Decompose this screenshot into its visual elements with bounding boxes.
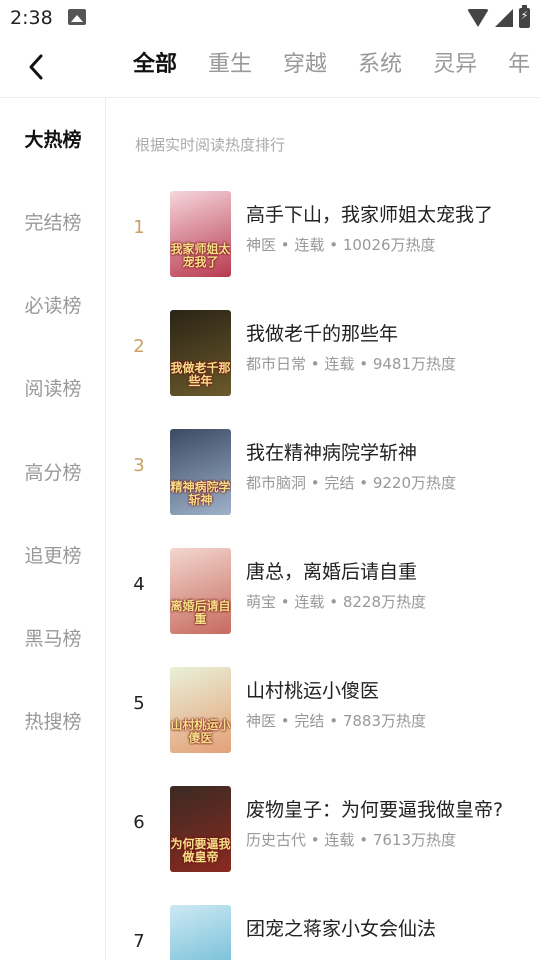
book-status: 完结 bbox=[294, 712, 325, 730]
meta-separator: • bbox=[306, 831, 325, 849]
category-tabs: 全部 重生 穿越 系统 灵异 年 bbox=[133, 50, 540, 80]
meta-separator: • bbox=[354, 355, 373, 373]
book-meta: 历史古代 • 连载 • 7613万热度 bbox=[246, 829, 456, 850]
rank-number: 3 bbox=[133, 455, 145, 476]
cover-title-text: 我做老千那些年 bbox=[170, 361, 231, 388]
book-heat: 9481万热度 bbox=[372, 355, 456, 373]
tab-rebirth[interactable]: 重生 bbox=[208, 50, 252, 80]
sidebar-item-updating[interactable]: 追更榜 bbox=[0, 541, 106, 568]
book-genre: 萌宝 bbox=[246, 593, 277, 611]
book-row[interactable]: 1 我家师姐太宠我了 高手下山，我家师姐太宠我了 神医 • 连载 • 10026万热度 bbox=[107, 177, 540, 277]
book-genre: 历史古代 bbox=[246, 831, 307, 849]
sidebar-item-completed[interactable]: 完结榜 bbox=[0, 208, 106, 235]
book-cover[interactable]: 我家师姐太宠我了 bbox=[170, 191, 231, 277]
top-nav: 全部 重生 穿越 系统 灵异 年 bbox=[0, 38, 540, 98]
cover-title-text: 我家师姐太宠我了 bbox=[170, 242, 231, 269]
book-cover[interactable]: 精神病院学斩神 bbox=[170, 429, 231, 515]
sidebar-item-reading[interactable]: 阅读榜 bbox=[0, 374, 106, 401]
book-heat: 7883万热度 bbox=[342, 712, 426, 730]
book-row[interactable]: 6 为何要逼我做皇帝 废物皇子：为何要逼我做皇帝? 历史古代 • 连载 • 7613万… bbox=[107, 772, 540, 872]
book-title: 唐总，离婚后请自重 bbox=[246, 561, 418, 583]
cover-title-text: 山村桃运小傻医 bbox=[170, 718, 231, 745]
book-status: 完结 bbox=[324, 474, 355, 492]
book-genre: 都市日常 bbox=[246, 355, 307, 373]
book-row[interactable]: 3 精神病院学斩神 我在精神病院学斩神都市脑洞 • 完结 • 9220万热度 bbox=[107, 415, 540, 515]
meta-separator: • bbox=[354, 474, 373, 492]
book-heat: 7613万热度 bbox=[372, 831, 456, 849]
book-title: 我在精神病院学斩神 bbox=[246, 442, 418, 464]
cover-title-text: 离婚后请自重 bbox=[170, 599, 231, 626]
book-row[interactable]: 5 山村桃运小傻医 山村桃运小傻医 神医 • 完结 • 7883万热度 bbox=[107, 653, 540, 753]
book-cover[interactable]: 山村桃运小傻医 bbox=[170, 667, 231, 753]
gallery-notification-icon bbox=[68, 9, 86, 25]
rank-number: 5 bbox=[133, 693, 145, 714]
book-cover[interactable]: 我做老千那些年 bbox=[170, 310, 231, 396]
book-title: 高手下山，我家师姐太宠我了 bbox=[246, 204, 494, 226]
meta-separator: • bbox=[276, 712, 295, 730]
tab-era[interactable]: 年 bbox=[508, 50, 530, 80]
ranking-list: 根据实时阅读热度排行 1 我家师姐太宠我了 高手下山，我家师姐太宠我了 神医 • 连载… bbox=[107, 98, 540, 960]
book-status: 连载 bbox=[294, 236, 325, 254]
cover-title-text: 为何要逼我做皇帝 bbox=[170, 837, 231, 864]
rank-number: 4 bbox=[133, 574, 145, 595]
sidebar-item-hot[interactable]: 大热榜 bbox=[0, 125, 106, 152]
book-heat: 8228万热度 bbox=[342, 593, 426, 611]
book-meta: 都市脑洞 • 完结 • 9220万热度 bbox=[246, 472, 456, 493]
meta-separator: • bbox=[306, 355, 325, 373]
book-genre: 神医 bbox=[246, 712, 277, 730]
book-cover[interactable] bbox=[170, 905, 231, 960]
meta-separator: • bbox=[324, 712, 343, 730]
book-title: 团宠之蒋家小女会仙法 bbox=[246, 918, 437, 940]
sidebar-item-must-read[interactable]: 必读榜 bbox=[0, 291, 106, 318]
signal-icon bbox=[495, 9, 513, 27]
ranking-sidebar: 大热榜 完结榜 必读榜 阅读榜 高分榜 追更榜 黑马榜 热搜榜 bbox=[0, 98, 106, 960]
meta-separator: • bbox=[276, 236, 295, 254]
sidebar-item-hot-search[interactable]: 热搜榜 bbox=[0, 707, 106, 734]
book-row[interactable]: 4 离婚后请自重 唐总，离婚后请自重 萌宝 • 连载 • 8228万热度 bbox=[107, 534, 540, 634]
book-cover[interactable]: 为何要逼我做皇帝 bbox=[170, 786, 231, 872]
tab-supernatural[interactable]: 灵异 bbox=[433, 50, 477, 80]
book-meta: 神医 • 连载 • 10026万热度 bbox=[246, 234, 436, 255]
chevron-left-icon bbox=[29, 54, 43, 80]
tab-time-travel[interactable]: 穿越 bbox=[283, 50, 327, 80]
rank-number: 2 bbox=[133, 336, 145, 357]
book-genre: 都市脑洞 bbox=[246, 474, 307, 492]
cover-title-text: 精神病院学斩神 bbox=[170, 480, 231, 507]
meta-separator: • bbox=[354, 831, 373, 849]
rank-number: 1 bbox=[133, 217, 145, 238]
sidebar-item-dark-horse[interactable]: 黑马榜 bbox=[0, 624, 106, 651]
sidebar-item-high-score[interactable]: 高分榜 bbox=[0, 458, 106, 485]
tab-system[interactable]: 系统 bbox=[358, 50, 402, 80]
rank-number: 7 bbox=[133, 931, 145, 952]
book-meta: 都市日常 • 连载 • 9481万热度 bbox=[246, 353, 456, 374]
status-icons bbox=[467, 5, 530, 28]
book-heat: 10026万热度 bbox=[342, 236, 436, 254]
back-button[interactable] bbox=[22, 52, 52, 82]
book-cover[interactable]: 离婚后请自重 bbox=[170, 548, 231, 634]
ranking-subtitle: 根据实时阅读热度排行 bbox=[135, 136, 286, 154]
book-title: 我做老千的那些年 bbox=[246, 323, 399, 345]
book-meta: 萌宝 • 连载 • 8228万热度 bbox=[246, 591, 426, 612]
meta-separator: • bbox=[276, 593, 295, 611]
book-row[interactable]: 7 团宠之蒋家小女会仙法 bbox=[107, 891, 540, 960]
book-title: 山村桃运小傻医 bbox=[246, 680, 380, 702]
status-bar: 2:38 bbox=[0, 0, 540, 38]
book-meta: 神医 • 完结 • 7883万热度 bbox=[246, 710, 426, 731]
book-status: 连载 bbox=[324, 355, 355, 373]
meta-separator: • bbox=[324, 593, 343, 611]
book-status: 连载 bbox=[294, 593, 325, 611]
book-row[interactable]: 2 我做老千那些年 我做老千的那些年都市日常 • 连载 • 9481万热度 bbox=[107, 296, 540, 396]
rank-number: 6 bbox=[133, 812, 145, 833]
book-heat: 9220万热度 bbox=[372, 474, 456, 492]
book-status: 连载 bbox=[324, 831, 355, 849]
meta-separator: • bbox=[324, 236, 343, 254]
book-title: 废物皇子：为何要逼我做皇帝? bbox=[246, 799, 504, 821]
meta-separator: • bbox=[306, 474, 325, 492]
wifi-icon bbox=[467, 9, 489, 27]
tab-all[interactable]: 全部 bbox=[133, 50, 177, 80]
book-genre: 神医 bbox=[246, 236, 277, 254]
status-time: 2:38 bbox=[10, 7, 53, 29]
battery-charging-icon bbox=[519, 5, 530, 28]
